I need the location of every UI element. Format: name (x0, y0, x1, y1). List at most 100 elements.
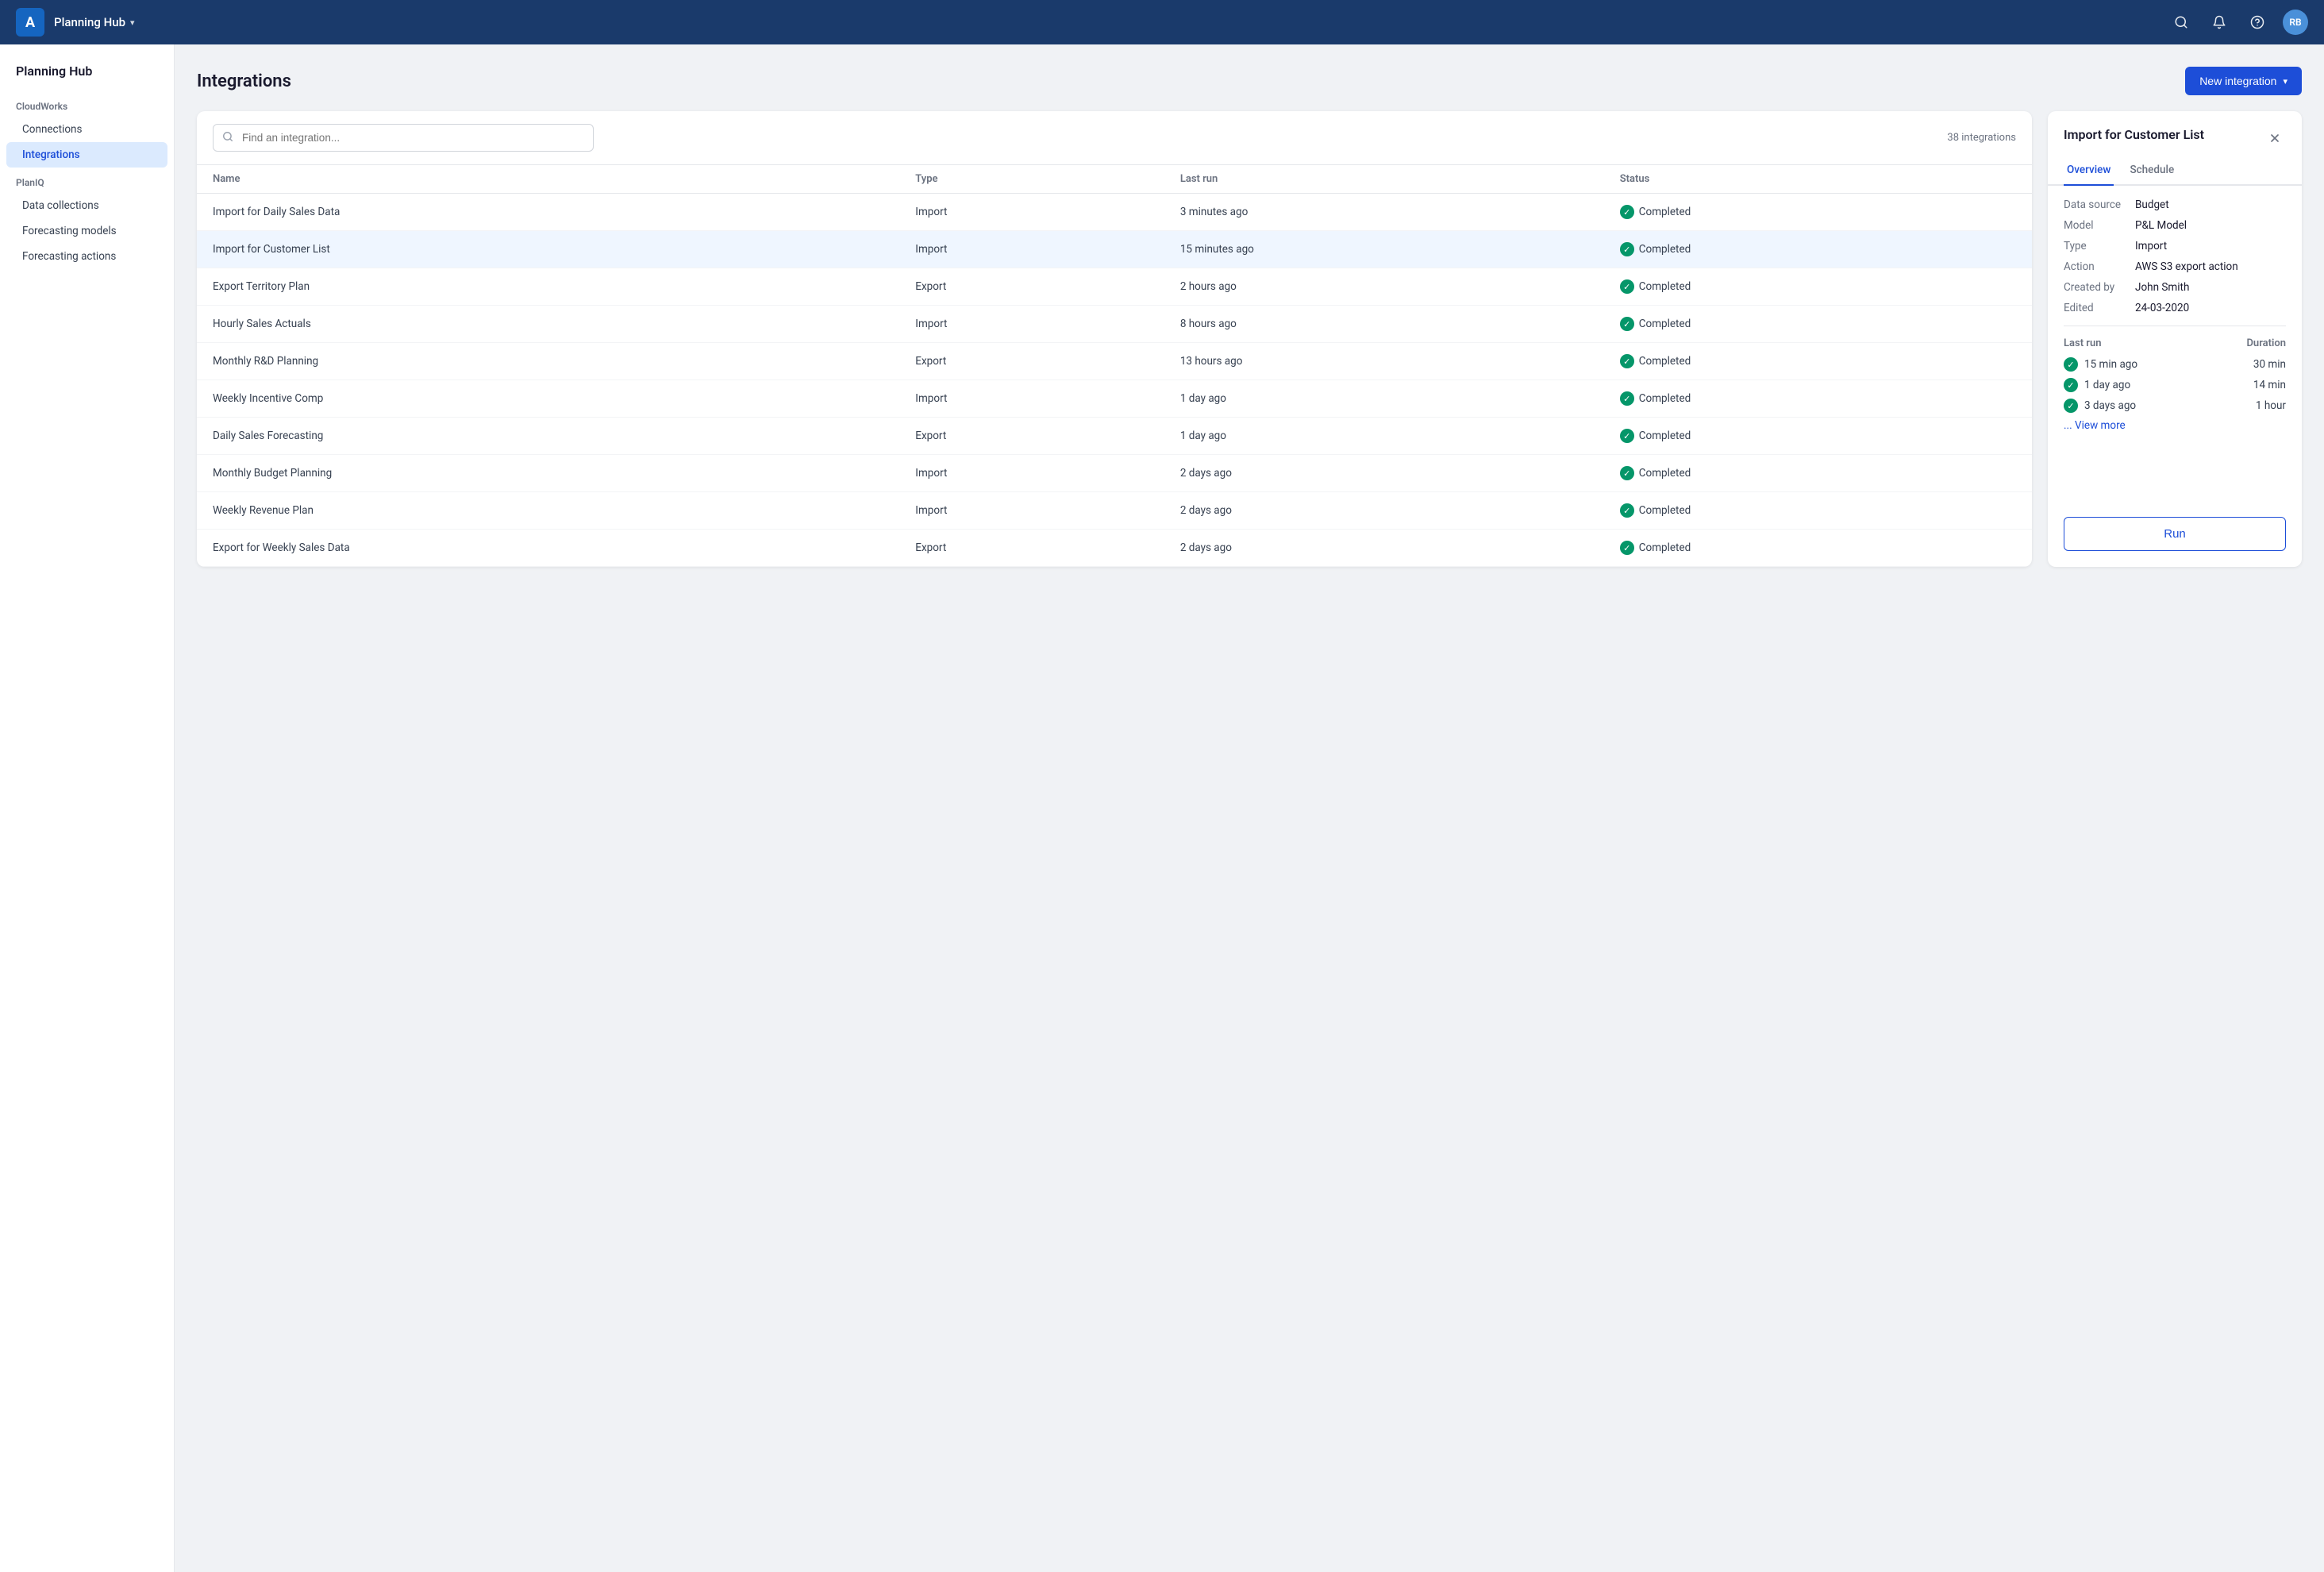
search-icon (222, 131, 233, 145)
table-cell-type: Import (899, 455, 1164, 492)
detail-field-row: Edited24-03-2020 (2064, 302, 2286, 314)
table-row[interactable]: Import for Customer ListImport15 minutes… (197, 231, 2032, 268)
run-history-rows: ✓ 15 min ago 30 min ✓ 1 day ago 14 min ✓… (2064, 357, 2286, 413)
search-bar: 38 integrations (197, 111, 2032, 165)
run-history-left: ✓ 3 days ago (2064, 399, 2136, 413)
table-row[interactable]: Export for Weekly Sales DataExport2 days… (197, 530, 2032, 567)
table-header: Name Type Last run Status (197, 165, 2032, 194)
new-integration-chevron-icon: ▾ (2283, 76, 2287, 87)
close-detail-button[interactable] (2264, 127, 2286, 149)
run-history-row: ✓ 15 min ago 30 min (2064, 357, 2286, 372)
detail-panel: Import for Customer List Overview Schedu… (2048, 111, 2302, 567)
table-cell-last-run: 2 hours ago (1164, 268, 1604, 306)
detail-field-row: ModelP&L Model (2064, 219, 2286, 232)
sidebar-item-forecasting-models[interactable]: Forecasting models (0, 218, 174, 244)
table-cell-status: ✓Completed (1604, 418, 2032, 455)
table-cell-type: Import (899, 492, 1164, 530)
table-cell-name: Weekly Incentive Comp (197, 380, 899, 418)
table-cell-name: Daily Sales Forecasting (197, 418, 899, 455)
status-label: Completed (1639, 243, 1691, 256)
run-time: 15 min ago (2084, 358, 2137, 371)
integrations-table: Name Type Last run Status Import for Dai… (197, 165, 2032, 567)
search-icon[interactable] (2168, 10, 2194, 35)
app-name-button[interactable]: Planning Hub ▾ (54, 15, 135, 29)
table-row[interactable]: Hourly Sales ActualsImport8 hours ago✓Co… (197, 306, 2032, 343)
run-history-header: Last run Duration (2064, 337, 2286, 349)
integrations-table-card: 38 integrations Name Type Last run Statu… (197, 111, 2032, 567)
detail-field-value: Import (2135, 240, 2167, 252)
detail-body: Data sourceBudget ModelP&L Model TypeImpor… (2048, 186, 2302, 504)
content-area: 38 integrations Name Type Last run Statu… (197, 111, 2302, 567)
sidebar-section-planiq: PlanIQ (0, 168, 174, 193)
new-integration-button[interactable]: New integration ▾ (2185, 67, 2302, 95)
help-icon[interactable] (2245, 10, 2270, 35)
table-row[interactable]: Weekly Incentive CompImport1 day ago✓Com… (197, 380, 2032, 418)
table-cell-type: Import (899, 231, 1164, 268)
avatar[interactable]: RB (2283, 10, 2308, 35)
detail-field-value: Budget (2135, 198, 2169, 211)
tab-overview[interactable]: Overview (2064, 159, 2114, 186)
table-row[interactable]: Weekly Revenue PlanImport2 days ago✓Comp… (197, 492, 2032, 530)
app-name-chevron-icon: ▾ (130, 17, 135, 28)
table-body: Import for Daily Sales DataImport3 minut… (197, 194, 2032, 567)
run-history-col-last-run: Last run (2064, 337, 2102, 349)
table-cell-last-run: 3 minutes ago (1164, 194, 1604, 231)
search-input[interactable] (213, 124, 594, 152)
status-label: Completed (1639, 541, 1691, 554)
detail-tabs: Overview Schedule (2048, 149, 2302, 186)
run-time: 3 days ago (2084, 399, 2136, 412)
run-duration: 30 min (2253, 358, 2286, 371)
table-row[interactable]: Monthly Budget PlanningImport2 days ago✓… (197, 455, 2032, 492)
sidebar-title: Planning Hub (0, 64, 174, 91)
sidebar-item-forecasting-actions[interactable]: Forecasting actions (0, 244, 174, 269)
table-cell-status: ✓Completed (1604, 492, 2032, 530)
table-cell-last-run: 1 day ago (1164, 418, 1604, 455)
table-cell-status: ✓Completed (1604, 455, 2032, 492)
table-row[interactable]: Import for Daily Sales DataImport3 minut… (197, 194, 2032, 231)
detail-field-label: Action (2064, 260, 2135, 273)
table-cell-status: ✓Completed (1604, 268, 2032, 306)
detail-field-row: Data sourceBudget (2064, 198, 2286, 211)
detail-field-value: 24-03-2020 (2135, 302, 2189, 314)
view-more-link[interactable]: ... View more (2064, 419, 2286, 432)
search-input-wrapper (213, 124, 594, 152)
table-cell-name: Export Territory Plan (197, 268, 899, 306)
table-cell-type: Export (899, 418, 1164, 455)
detail-fields: Data sourceBudget ModelP&L Model TypeImpor… (2064, 198, 2286, 314)
table-cell-last-run: 1 day ago (1164, 380, 1604, 418)
table-cell-type: Export (899, 268, 1164, 306)
table-cell-status: ✓Completed (1604, 231, 2032, 268)
table-cell-name: Import for Daily Sales Data (197, 194, 899, 231)
sidebar-item-data-collections[interactable]: Data collections (0, 193, 174, 218)
run-history-col-duration: Duration (2246, 337, 2286, 349)
table-cell-name: Hourly Sales Actuals (197, 306, 899, 343)
main-content: Integrations New integration ▾ (175, 44, 2324, 1572)
table-cell-name: Weekly Revenue Plan (197, 492, 899, 530)
run-button[interactable]: Run (2064, 517, 2286, 551)
detail-field-label: Type (2064, 240, 2135, 252)
table-cell-type: Export (899, 530, 1164, 567)
status-completed-icon: ✓ (1620, 503, 1634, 518)
table-row[interactable]: Monthly R&D PlanningExport13 hours ago✓C… (197, 343, 2032, 380)
status-completed-icon: ✓ (1620, 317, 1634, 331)
table-cell-last-run: 2 days ago (1164, 455, 1604, 492)
run-status-icon: ✓ (2064, 357, 2078, 372)
table-cell-name: Monthly Budget Planning (197, 455, 899, 492)
status-completed-icon: ✓ (1620, 354, 1634, 368)
page-header: Integrations New integration ▾ (197, 67, 2302, 95)
table-row[interactable]: Daily Sales ForecastingExport1 day ago✓C… (197, 418, 2032, 455)
sidebar-item-connections[interactable]: Connections (0, 117, 174, 142)
table-row[interactable]: Export Territory PlanExport2 hours ago✓C… (197, 268, 2032, 306)
status-completed-icon: ✓ (1620, 541, 1634, 555)
sidebar-item-integrations[interactable]: Integrations (6, 142, 167, 168)
table-cell-status: ✓ Completed (1604, 530, 2032, 567)
status-label: Completed (1639, 392, 1691, 405)
detail-field-value: AWS S3 export action (2135, 260, 2238, 273)
tab-schedule[interactable]: Schedule (2126, 159, 2177, 186)
detail-field-label: Data source (2064, 198, 2135, 211)
notifications-icon[interactable] (2207, 10, 2232, 35)
table-cell-status: ✓Completed (1604, 306, 2032, 343)
table-cell-type: Import (899, 306, 1164, 343)
status-completed-icon: ✓ (1620, 391, 1634, 406)
sidebar-section-cloudworks: CloudWorks (0, 91, 174, 117)
